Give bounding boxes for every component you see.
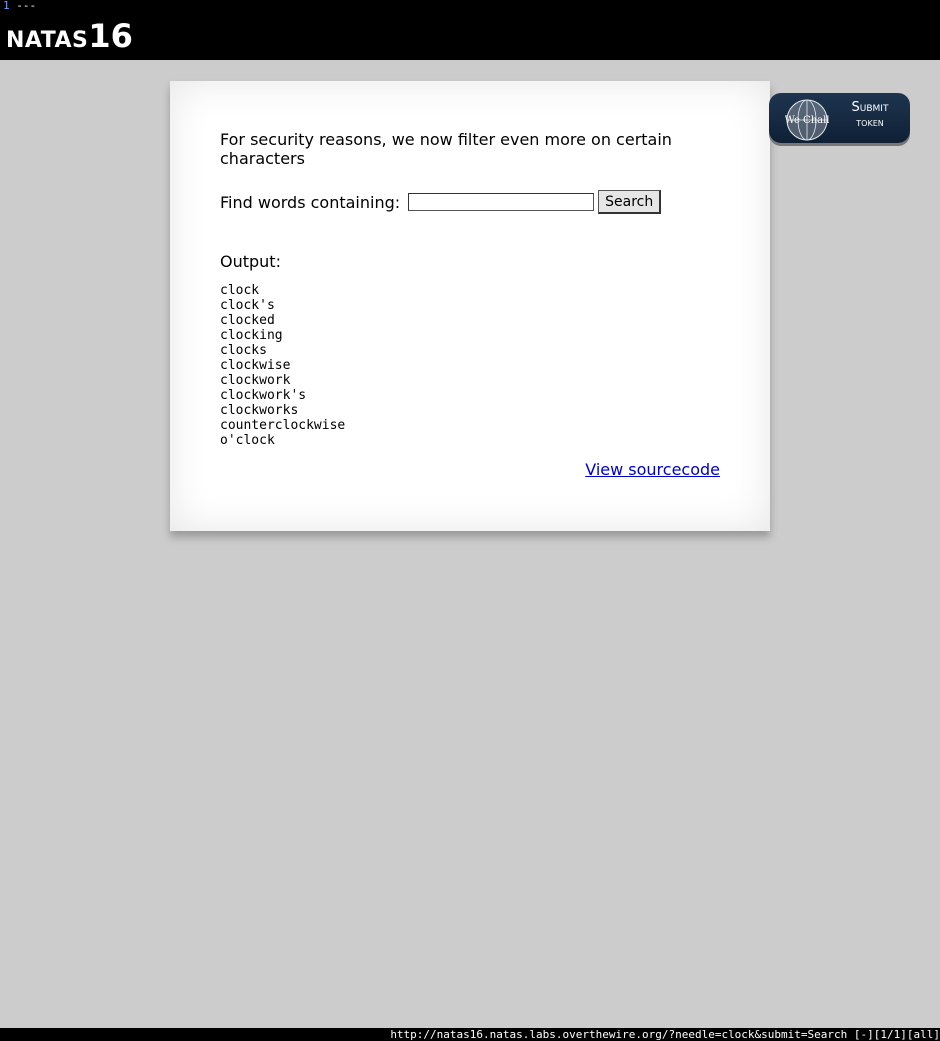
content-body: For security reasons, we now filter even…	[220, 130, 720, 479]
output-word: clockwork's	[220, 388, 307, 403]
output-word: clockwork	[220, 373, 291, 388]
natas-logo: NATAS16	[6, 18, 133, 60]
intro-text: For security reasons, we now filter even…	[220, 130, 672, 168]
output-word: counterclockwise	[220, 418, 346, 433]
output-word: clockworks	[220, 403, 299, 418]
search-label: Find words containing:	[220, 192, 401, 212]
output-word: clocking	[220, 328, 283, 343]
output-list: clock clock's clocked clocking clocks clockwi…	[220, 283, 720, 448]
wechall-line-submit: Submit	[851, 100, 889, 115]
browser-tab-bar: 1 ---	[0, 0, 940, 12]
logo-word: NATAS	[6, 28, 89, 53]
search-form: Find words containing: Search	[220, 190, 720, 214]
needle-input[interactable]	[408, 193, 595, 211]
output-word: o'clock	[220, 433, 275, 448]
output-word: clock	[220, 283, 260, 298]
wechall-emblem-text: We Chall	[785, 115, 829, 126]
output-word: clockwise	[220, 358, 291, 373]
output-label: Output:	[220, 252, 281, 271]
logo-number: 16	[88, 17, 133, 55]
wechall-label: Submit token	[839, 100, 901, 130]
output-word: clocked	[220, 313, 275, 328]
tab-title[interactable]: ---	[16, 0, 36, 12]
wechall-line-token: token	[856, 116, 884, 129]
wechall-globe-icon: We Chall	[785, 99, 829, 141]
status-url: http://natas16.natas.labs.overthewire.or…	[390, 1028, 940, 1041]
output-word: clock's	[220, 298, 275, 313]
search-button[interactable]: Search	[598, 190, 662, 214]
content-card: For security reasons, we now filter even…	[170, 81, 770, 531]
wechall-submit-token-button[interactable]: We Chall Submit token	[769, 93, 910, 143]
status-bar: http://natas16.natas.labs.overthewire.or…	[0, 1028, 940, 1041]
view-sourcecode-link[interactable]: View sourcecode	[220, 460, 720, 479]
output-word: clocks	[220, 343, 267, 358]
tab-number[interactable]: 1	[0, 0, 10, 12]
page-header: NATAS16	[0, 12, 940, 60]
